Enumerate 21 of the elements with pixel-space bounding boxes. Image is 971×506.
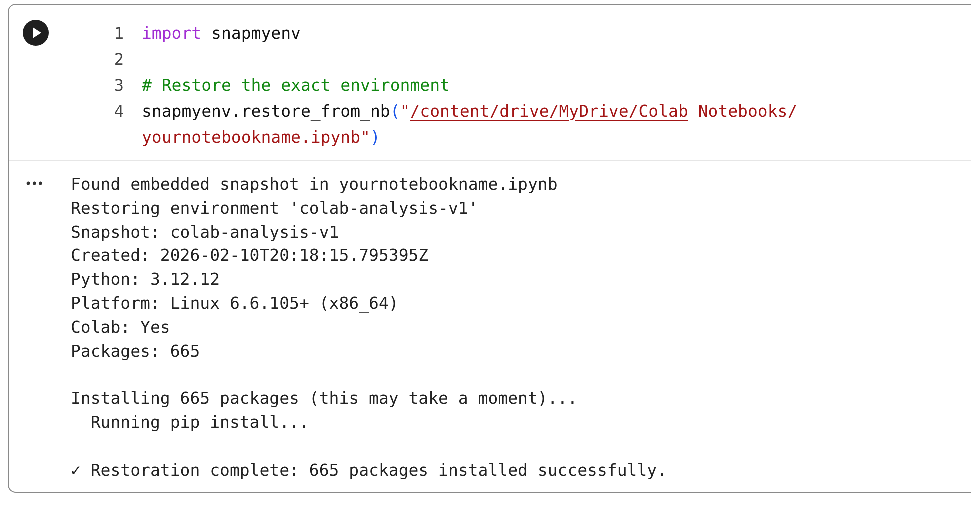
line-number: 1 xyxy=(113,24,124,42)
output-line: Restoring environment 'colab-analysis-v1' xyxy=(71,198,480,220)
output-line: Platform: Linux 6.6.105+ (x86_64) xyxy=(71,292,400,315)
line-number: 2 xyxy=(113,50,124,68)
output-line: Python: 3.12.12 xyxy=(71,269,222,292)
output-line: Installing 665 packages (this may take a moment)... xyxy=(71,388,579,410)
output-line: Snapshot: colab-analysis-v1 xyxy=(71,222,340,244)
output-line: Packages: 665 xyxy=(71,340,202,363)
code-line: import snapmyenv xyxy=(142,24,301,42)
line-number: 3 xyxy=(113,76,124,94)
code-line: # Restore the exact environment xyxy=(142,76,450,94)
output-line: Colab: Yes xyxy=(71,316,172,339)
output-menu-icon[interactable]: ••• xyxy=(25,177,44,191)
output-line: ✓ Restoration complete: 665 packages installed successfully. xyxy=(71,460,668,482)
output-line: Running pip install... xyxy=(90,412,310,434)
output-line: Created: 2026-02-10T20:18:15.795395Z xyxy=(71,245,430,268)
run-button[interactable] xyxy=(23,20,49,46)
line-number: 4 xyxy=(113,102,124,120)
output-line: Found embedded snapshot in yournotebookname.ipynb xyxy=(71,174,559,196)
code-line: snapmyenv.restore_from_nb("/content/drive/MyDrive/Colab Notebooks/ xyxy=(142,102,798,120)
code-line: yournotebookname.ipynb") xyxy=(142,128,380,146)
